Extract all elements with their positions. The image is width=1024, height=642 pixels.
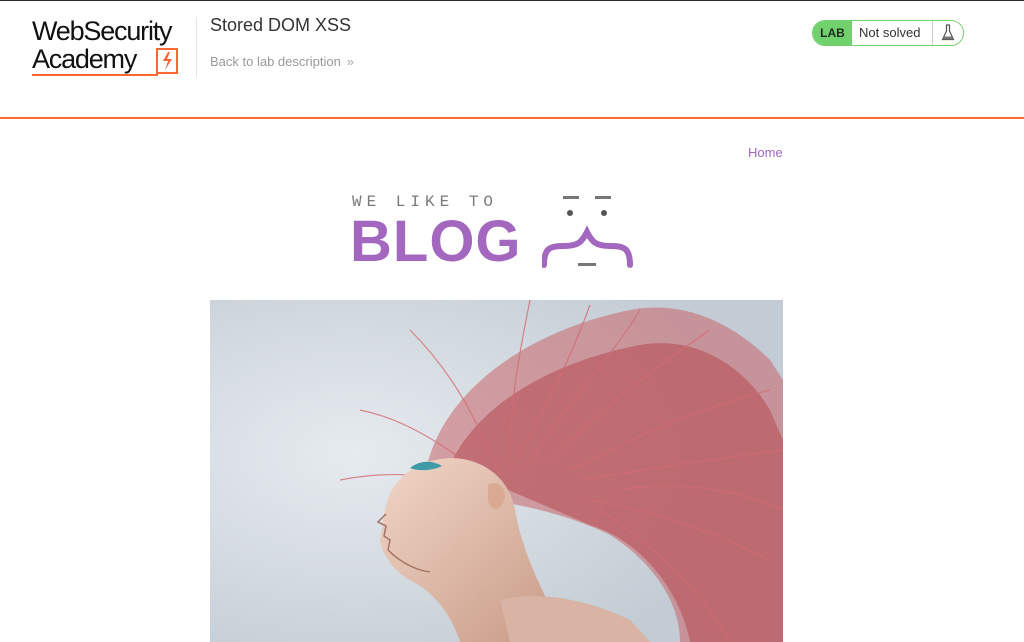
header-divider [196, 17, 197, 77]
logo-underline [32, 74, 158, 76]
lab-status-widget: LAB Not solved [812, 20, 964, 46]
back-link-label: Back to lab description [210, 54, 341, 69]
double-chevron-right-icon: » [346, 54, 355, 69]
logo-text-line2: Academy [32, 44, 137, 74]
academy-header: WebSecurity Academy Stored DOM XSS Back … [0, 1, 1024, 117]
lab-title: Stored DOM XSS [210, 15, 352, 35]
blog-word: BLOG [350, 209, 522, 274]
blog-hero-image[interactable] [210, 300, 783, 642]
nav-home-link[interactable]: Home [748, 145, 783, 160]
we-like-to-blog-logo: WE LIKE TO BLOG [350, 190, 650, 272]
flask-icon [941, 24, 955, 41]
lightning-icon [156, 48, 178, 74]
web-security-academy-logo[interactable]: WebSecurity Academy [30, 16, 200, 81]
back-to-lab-description-link[interactable]: Back to lab description » [210, 54, 354, 69]
header-accent-rule [0, 117, 1024, 119]
logo-text-line1: WebSecurity [32, 16, 173, 46]
lab-badge: LAB [813, 21, 852, 45]
lab-status-flask-button[interactable] [932, 21, 963, 45]
lab-status-text: Not solved [859, 25, 921, 40]
curly-brace-face-icon [542, 196, 633, 268]
hero-illustration [210, 300, 783, 642]
